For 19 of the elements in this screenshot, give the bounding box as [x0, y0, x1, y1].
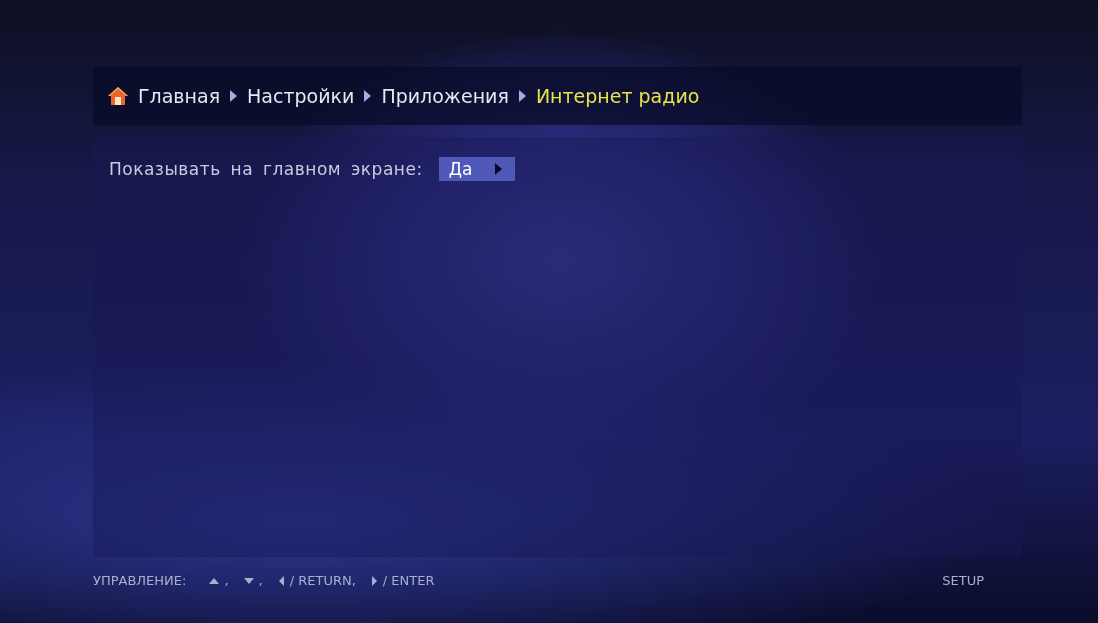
home-icon	[107, 85, 129, 107]
breadcrumb-item: Интернет радио	[535, 85, 700, 107]
breadcrumb-item[interactable]: Главная	[138, 85, 221, 107]
key-hint: / ENTER	[382, 573, 435, 588]
section-name: SETUP	[942, 573, 984, 588]
setting-label: Показывать на главном экране:	[109, 159, 423, 179]
key-hint: ,	[258, 573, 263, 588]
caret-right-icon	[494, 162, 504, 176]
key-hint: ,	[224, 573, 229, 588]
chevron-right-icon	[517, 89, 527, 103]
breadcrumb-item[interactable]: Настройки	[247, 85, 355, 107]
chevron-right-icon	[363, 89, 373, 103]
chevron-right-icon	[229, 89, 239, 103]
key-hint: / RETURN,	[289, 573, 356, 588]
breadcrumb-item[interactable]: Приложения	[381, 85, 509, 107]
down-arrow-icon	[242, 575, 255, 586]
value-selector[interactable]: Да	[438, 157, 516, 181]
right-arrow-icon	[369, 574, 379, 587]
controls-label: УПРАВЛЕНИЕ:	[93, 573, 187, 588]
